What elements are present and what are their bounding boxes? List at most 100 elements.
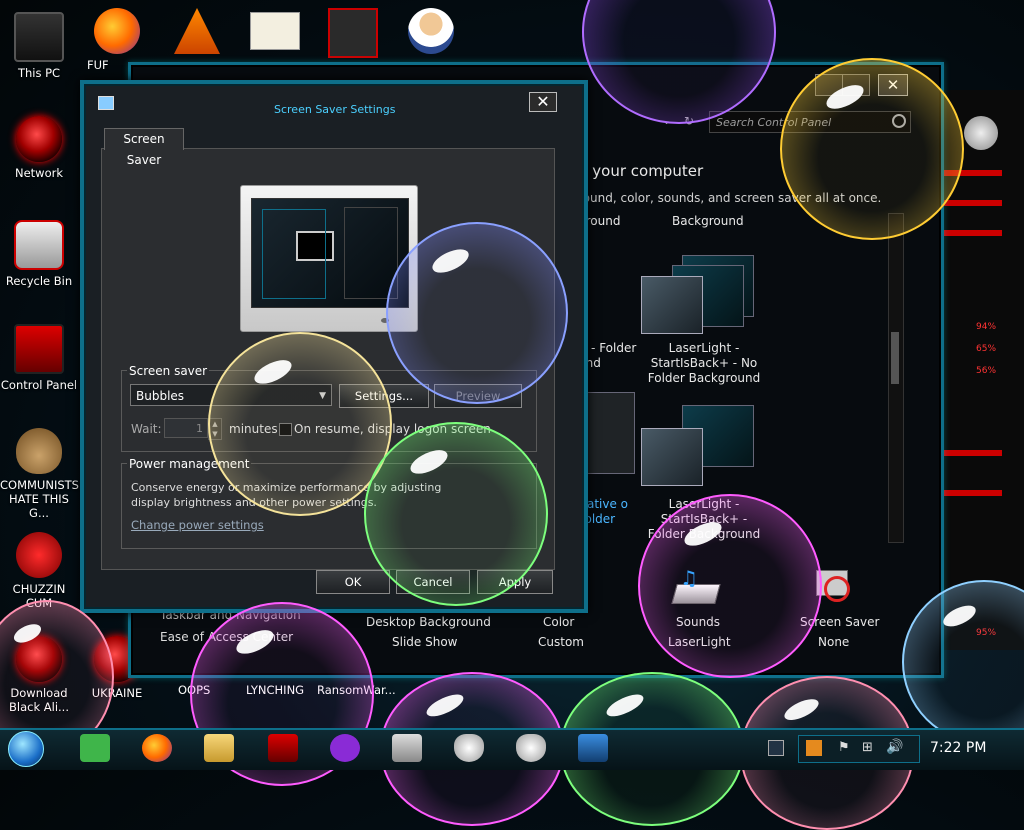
desktop-icon-label[interactable]: RansomWar... xyxy=(317,683,396,697)
minimize-button[interactable] xyxy=(815,74,843,96)
control-panel-icon xyxy=(14,324,64,374)
alien-icon xyxy=(16,636,62,682)
close-button[interactable]: ✕ xyxy=(878,74,908,96)
tab-screen-saver[interactable]: Screen Saver xyxy=(104,128,184,167)
sidebar-gadget: 94% 65% 56% 95% xyxy=(938,90,1024,650)
preview-monitor xyxy=(240,185,418,332)
vlc-icon[interactable] xyxy=(174,8,220,54)
dialog-app-icon xyxy=(98,96,114,110)
wait-minutes-input[interactable]: 1 xyxy=(164,418,208,438)
screen-saver-select[interactable]: Bubbles ▼ xyxy=(130,384,332,406)
taskbar-app-icon[interactable] xyxy=(330,734,360,762)
page-heading: n your computer xyxy=(578,162,704,180)
side-link[interactable]: Ease of Access Center xyxy=(160,630,293,644)
network-tray-icon[interactable]: ⊞ xyxy=(862,740,873,755)
wait-stepper[interactable]: ▲ ▼ xyxy=(208,418,222,440)
desktop-icon-recycle-bin[interactable]: Recycle Bin xyxy=(0,220,78,288)
firefox-icon[interactable] xyxy=(94,8,140,54)
change-power-settings-link[interactable]: Change power settings xyxy=(131,518,264,532)
sounds-title[interactable]: Sounds xyxy=(676,615,720,629)
desktop-icon-network[interactable]: Network xyxy=(0,116,78,180)
sounds-value[interactable]: LaserLight xyxy=(668,635,731,649)
gadget-percent: 65% xyxy=(976,344,997,354)
desktop-icon-label: Download Black Ali... xyxy=(9,686,69,714)
hxd-icon[interactable] xyxy=(250,12,300,50)
desktop-icon-label[interactable]: OOPS xyxy=(178,683,210,697)
ok-button[interactable]: OK xyxy=(316,570,390,594)
chuzzle-icon xyxy=(16,532,62,578)
theme-label[interactable]: LaserLight - StartIsBack+ - No Folder Ba… xyxy=(645,341,763,386)
theme-thumbnail[interactable] xyxy=(641,428,703,486)
desktop-icon-label: UKRAINE xyxy=(91,686,143,700)
screen-saver-group xyxy=(121,370,537,452)
desktop-icon-label: FUF xyxy=(87,58,109,72)
desktop-icon-download-black-alien[interactable]: Download Black Ali... xyxy=(0,636,78,714)
taskbar-mouse-icon[interactable] xyxy=(454,734,484,762)
taskbar-explorer-icon[interactable] xyxy=(204,734,234,762)
taskbar-firefox-icon[interactable] xyxy=(142,734,172,762)
gadget-percent: 56% xyxy=(976,366,997,376)
selected-value: Bubbles xyxy=(136,389,185,403)
group-label: Screen saver xyxy=(127,364,210,378)
apply-button[interactable]: Apply xyxy=(477,570,553,594)
page-subheading: round, color, sounds, and screen saver a… xyxy=(578,191,882,205)
resume-checkbox[interactable] xyxy=(279,423,292,436)
desktop-background-title[interactable]: Desktop Background xyxy=(366,615,491,629)
desktop-icon-this-pc[interactable]: This PC xyxy=(0,12,78,80)
close-icon: ✕ xyxy=(536,92,550,111)
refresh-icon[interactable]: ↻ xyxy=(684,114,694,128)
desktop-icon-label: Control Panel xyxy=(0,378,78,392)
wait-value: 1 xyxy=(196,422,203,435)
taskbar-notes-icon[interactable] xyxy=(80,734,110,762)
chevron-down-icon: ▼ xyxy=(319,391,326,401)
desktop-icon-label: CHUZZIN CUM xyxy=(12,582,66,610)
desktop-icon-control-panel[interactable]: Control Panel xyxy=(0,324,78,392)
scrollbar-thumb[interactable] xyxy=(891,332,899,384)
cancel-button[interactable]: Cancel xyxy=(396,570,470,594)
maximize-button[interactable] xyxy=(842,74,870,96)
screen-saver-icon[interactable] xyxy=(812,564,854,604)
dialog-close-button[interactable]: ✕ xyxy=(529,92,557,112)
sounds-icon[interactable]: ♫ xyxy=(671,566,721,604)
theme-label[interactable]: LaserLight - StartIsBack+ - Folder Backg… xyxy=(645,497,763,542)
flag-icon[interactable]: ⚑ xyxy=(838,740,850,755)
volume-icon[interactable]: 🔊 xyxy=(886,739,903,755)
gadget-percent: 95% xyxy=(976,628,997,638)
doctor-icon[interactable] xyxy=(408,8,454,54)
search-input[interactable]: Search Control Panel xyxy=(709,111,911,133)
dialog-title: Screen Saver Settings xyxy=(274,103,396,116)
desktop-icon-label: COMMUNISTS HATE THIS G... xyxy=(0,478,79,520)
settings-button[interactable]: Settings... xyxy=(339,384,429,408)
scrollbar[interactable] xyxy=(888,213,904,543)
taskbar-monitor-icon[interactable] xyxy=(578,734,608,762)
minutes-label: minutes xyxy=(229,422,278,436)
taskbar-system-icon[interactable] xyxy=(392,734,422,762)
preview-button[interactable]: Preview xyxy=(434,384,522,408)
taskbar-mouse2-icon[interactable] xyxy=(516,734,546,762)
preview-screen xyxy=(251,198,409,308)
theme-thumbnail[interactable] xyxy=(641,276,703,334)
taskbar-control-panel-icon[interactable] xyxy=(268,734,298,762)
address-dropdown-chevron-icon[interactable]: ⌄ xyxy=(662,114,671,127)
maze-icon[interactable] xyxy=(328,8,378,58)
color-value[interactable]: Custom xyxy=(538,635,584,649)
search-icon[interactable] xyxy=(892,114,906,128)
close-icon: ✕ xyxy=(886,76,900,94)
desktop-icon-chuzzin[interactable]: CHUZZIN CUM xyxy=(0,532,78,610)
screen-saver-title[interactable]: Screen Saver xyxy=(800,615,879,629)
alien-logo-icon xyxy=(964,116,998,150)
color-title[interactable]: Color xyxy=(543,615,574,629)
theme-label[interactable]: Background xyxy=(672,214,744,228)
desktop-background-value[interactable]: Slide Show xyxy=(392,635,457,649)
group-label: Power management xyxy=(127,457,252,471)
desktop-icon-communists[interactable]: COMMUNISTS HATE THIS G... xyxy=(0,428,79,520)
desktop-icon-label[interactable]: LYNCHING xyxy=(246,683,304,697)
screen-saver-value[interactable]: None xyxy=(818,635,849,649)
computer-icon xyxy=(14,12,64,62)
start-button[interactable] xyxy=(8,731,44,767)
gadget-percent: 94% xyxy=(976,322,997,332)
taskbar-clock[interactable]: 7:22 PM xyxy=(930,740,986,756)
tray-app-icon[interactable] xyxy=(806,740,822,756)
desktop-icon-label: Network xyxy=(14,166,64,180)
show-desktop-icon[interactable] xyxy=(768,740,784,756)
